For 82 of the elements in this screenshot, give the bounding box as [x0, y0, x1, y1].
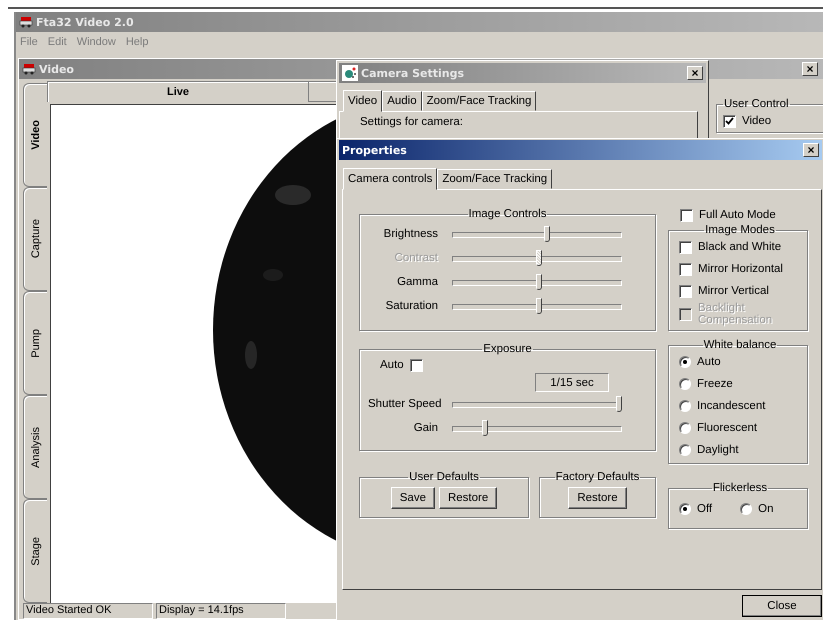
- close-button[interactable]: ×: [803, 143, 819, 157]
- slider-thumb[interactable]: [616, 396, 622, 412]
- slider-track[interactable]: [452, 225, 622, 243]
- slider-label: Gamma: [396, 276, 439, 288]
- radio-button[interactable]: [679, 356, 691, 368]
- slider-label: Contrast: [394, 252, 439, 264]
- checkbox-label: Mirror Vertical: [698, 285, 769, 297]
- slider-label: Brightness: [382, 228, 439, 240]
- group-title: Factory Defaults: [554, 471, 640, 483]
- group-title: Image Controls: [468, 208, 548, 220]
- close-button[interactable]: ×: [687, 66, 703, 80]
- group-title: White balance: [702, 339, 778, 351]
- side-tab[interactable]: Capture: [23, 187, 47, 291]
- checkmark-icon: [725, 117, 734, 125]
- checkbox-label: Black and White: [698, 241, 782, 253]
- slider-thumb[interactable]: [536, 274, 542, 290]
- tab[interactable]: Audio: [382, 91, 422, 111]
- slider-thumb[interactable]: [482, 420, 488, 436]
- radio-label: Auto: [697, 356, 721, 368]
- window-title: Properties: [342, 144, 407, 156]
- radio-button[interactable]: [679, 503, 691, 515]
- button[interactable]: Restore: [438, 487, 498, 509]
- radio-label: On: [758, 503, 774, 515]
- tab[interactable]: Camera controls: [343, 168, 438, 190]
- close-button[interactable]: ×: [802, 62, 818, 76]
- radio-label: Freeze: [697, 378, 733, 390]
- slider-track[interactable]: [452, 395, 622, 413]
- status-text: Display = 14.1fps: [156, 603, 286, 619]
- slider-track[interactable]: [452, 273, 622, 291]
- group-title: User Defaults: [408, 471, 480, 483]
- checkbox[interactable]: [679, 284, 692, 298]
- checkbox[interactable]: [679, 262, 692, 276]
- slider-track[interactable]: [452, 297, 622, 315]
- tab[interactable]: Zoom/Face Tracking: [437, 169, 552, 189]
- radio-label: Incandescent: [697, 400, 766, 412]
- checkbox-label: Full Auto Mode: [699, 209, 776, 221]
- radio-button[interactable]: [679, 444, 691, 456]
- checkbox-label: Auto: [380, 359, 404, 371]
- radio-label: Off: [697, 503, 712, 515]
- checkbox[interactable]: [723, 114, 736, 128]
- checkbox[interactable]: [679, 240, 692, 254]
- button[interactable]: Save: [390, 487, 435, 509]
- status-text: Video Started OK: [23, 603, 153, 619]
- window-title: Video: [39, 62, 74, 76]
- checkbox[interactable]: [410, 358, 423, 372]
- radio-button[interactable]: [740, 503, 752, 515]
- side-tab[interactable]: Pump: [23, 291, 47, 395]
- tab[interactable]: Live: [47, 81, 309, 102]
- radio-label: Fluorescent: [697, 422, 758, 434]
- slider-label: Gain: [412, 422, 439, 434]
- slider-thumb[interactable]: [536, 298, 542, 314]
- slider-label: Saturation: [384, 300, 439, 312]
- checkbox[interactable]: [680, 208, 693, 222]
- side-tab[interactable]: Video: [23, 83, 47, 187]
- button[interactable]: Restore: [568, 487, 627, 509]
- tab[interactable]: Zoom/Face Tracking: [422, 91, 536, 111]
- close-button[interactable]: Close: [742, 595, 822, 617]
- car-icon: [19, 16, 33, 28]
- field-label: Settings for camera:: [360, 115, 463, 129]
- side-tab[interactable]: Stage: [23, 499, 47, 603]
- slider-track[interactable]: [452, 249, 622, 267]
- side-tab[interactable]: Analysis: [23, 395, 47, 499]
- window-title: Camera Settings: [361, 66, 464, 80]
- radio-button[interactable]: [679, 400, 691, 412]
- radio-button[interactable]: [679, 422, 691, 434]
- tab[interactable]: Video: [343, 90, 382, 112]
- slider-track[interactable]: [452, 419, 622, 437]
- checkbox-label: Mirror Horizontal: [698, 263, 783, 275]
- group-title: Flickerless: [712, 482, 768, 494]
- checkbox-label: Backlight Compensation: [698, 302, 774, 326]
- radio-button[interactable]: [679, 378, 691, 390]
- group-title: Image Modes: [704, 224, 776, 236]
- radio-label: Daylight: [697, 444, 739, 456]
- group-title: Exposure: [482, 343, 533, 355]
- logo-icon: [342, 65, 358, 81]
- value-display: 1/15 sec: [535, 373, 609, 392]
- slider-label: Shutter Speed: [368, 398, 443, 410]
- checkbox-label: Video: [742, 115, 772, 127]
- window-title: Fta32 Video 2.0: [36, 16, 134, 28]
- slider-thumb[interactable]: [544, 226, 550, 242]
- car-icon: [22, 63, 36, 75]
- group-title: User Control: [723, 98, 790, 110]
